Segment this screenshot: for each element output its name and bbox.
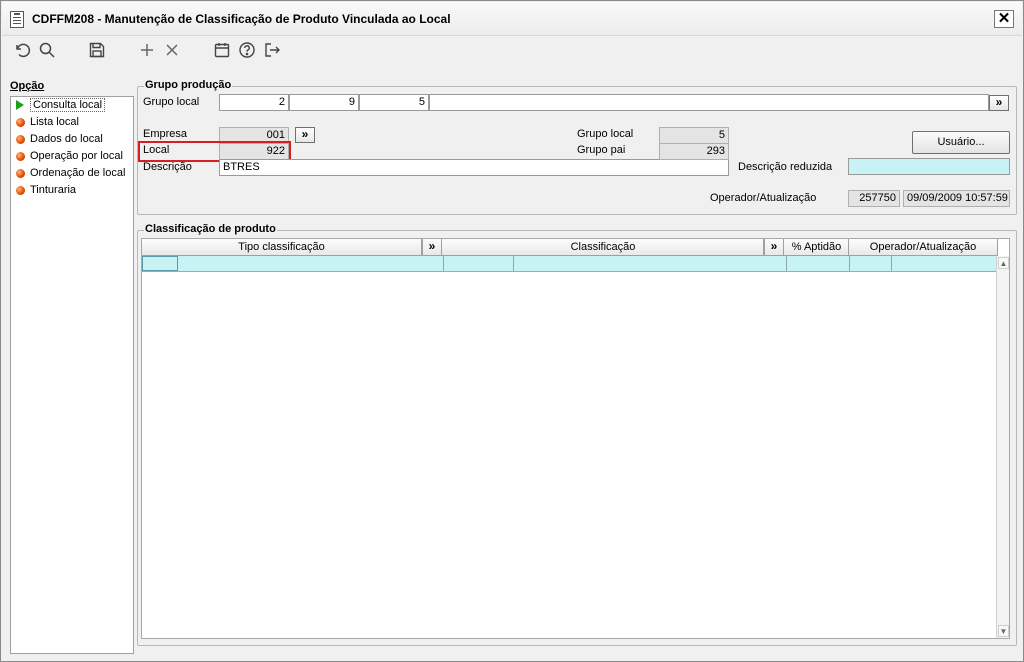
play-arrow-icon bbox=[16, 100, 24, 110]
col-classificacao[interactable]: Classificação bbox=[443, 239, 764, 255]
bullet-icon bbox=[16, 135, 25, 144]
empresa-label: Empresa bbox=[143, 128, 188, 140]
vertical-scrollbar[interactable]: ▲ ▼ bbox=[996, 256, 1009, 638]
col-aptidao[interactable]: % Aptidão bbox=[785, 239, 849, 255]
option-lista-local[interactable]: Lista local bbox=[11, 114, 133, 131]
right-grupo-local-field[interactable]: 5 bbox=[659, 127, 729, 144]
grupo-local-field-1[interactable]: 2 bbox=[219, 94, 289, 111]
exit-icon[interactable] bbox=[261, 39, 283, 61]
grid-cell[interactable] bbox=[142, 256, 178, 271]
grupo-pai-field[interactable]: 293 bbox=[659, 143, 729, 160]
search-icon[interactable] bbox=[36, 39, 58, 61]
bullet-icon bbox=[16, 169, 25, 178]
group-legend: Classificação de produto bbox=[144, 223, 277, 235]
scroll-up-icon[interactable]: ▲ bbox=[998, 257, 1009, 269]
bullet-icon bbox=[16, 152, 25, 161]
calendar-icon[interactable] bbox=[211, 39, 233, 61]
atualizacao-field[interactable]: 09/09/2009 10:57:59 bbox=[903, 190, 1010, 207]
main-window: CDFFM208 - Manutenção de Classificação d… bbox=[0, 0, 1024, 662]
descricao-label: Descrição bbox=[143, 161, 192, 173]
toolbar bbox=[2, 37, 1022, 63]
option-operacao-por-local[interactable]: Operação por local bbox=[11, 148, 133, 165]
grid-cell[interactable] bbox=[787, 256, 850, 271]
delete-icon[interactable] bbox=[161, 39, 183, 61]
option-label: Consulta local bbox=[30, 98, 106, 112]
grupo-local-expand-button[interactable]: » bbox=[989, 95, 1009, 111]
bullet-icon bbox=[16, 186, 25, 195]
option-dados-do-local[interactable]: Dados do local bbox=[11, 131, 133, 148]
option-label: Lista local bbox=[30, 116, 79, 128]
operador-atualizacao-label: Operador/Atualização bbox=[710, 192, 817, 204]
group-legend: Grupo produção bbox=[144, 79, 233, 91]
grid-cell[interactable] bbox=[850, 256, 892, 271]
right-grupo-local-label: Grupo local bbox=[577, 128, 634, 140]
option-consulta-local[interactable]: Consulta local bbox=[11, 97, 133, 114]
tipo-expand-button[interactable]: » bbox=[422, 239, 442, 255]
grid-cell[interactable] bbox=[892, 256, 998, 271]
window-title: CDFFM208 - Manutenção de Classificação d… bbox=[32, 12, 451, 26]
local-field[interactable]: 922 bbox=[219, 143, 289, 160]
add-icon[interactable] bbox=[136, 39, 158, 61]
descricao-field[interactable]: BTRES bbox=[219, 159, 729, 176]
empresa-expand-button[interactable]: » bbox=[295, 127, 315, 143]
options-panel: Opção Consulta local Lista local Dados d… bbox=[6, 78, 134, 654]
classificacao-grid: Tipo classificação » Classificação » % A… bbox=[141, 238, 1010, 639]
grid-header: Tipo classificação » Classificação » % A… bbox=[142, 239, 998, 256]
undo-icon[interactable] bbox=[11, 39, 33, 61]
grupo-local-description bbox=[429, 94, 989, 111]
descricao-reduzida-field[interactable] bbox=[848, 158, 1010, 175]
grid-cell[interactable] bbox=[178, 256, 444, 271]
col-tipo-classificacao[interactable]: Tipo classificação bbox=[142, 239, 422, 255]
usuario-button[interactable]: Usuário... bbox=[912, 131, 1010, 154]
grupo-pai-label: Grupo pai bbox=[577, 144, 626, 156]
grupo-local-field-2[interactable]: 9 bbox=[289, 94, 359, 111]
option-label: Operação por local bbox=[30, 150, 123, 162]
grupo-local-label: Grupo local bbox=[143, 96, 200, 108]
operador-field[interactable]: 257750 bbox=[848, 190, 900, 207]
option-ordenacao-de-local[interactable]: Ordenação de local bbox=[11, 165, 133, 182]
bullet-icon bbox=[16, 118, 25, 127]
table-row[interactable] bbox=[142, 256, 998, 272]
close-button[interactable]: ✕ bbox=[994, 10, 1014, 28]
scroll-down-icon[interactable]: ▼ bbox=[998, 625, 1009, 637]
grid-cell[interactable] bbox=[444, 256, 514, 271]
grupo-local-field-3[interactable]: 5 bbox=[359, 94, 429, 111]
document-icon bbox=[10, 11, 24, 28]
options-label: Opção bbox=[10, 80, 45, 92]
option-label: Tinturaria bbox=[30, 184, 77, 196]
option-label: Dados do local bbox=[30, 133, 103, 145]
empresa-field[interactable]: 001 bbox=[219, 127, 289, 144]
classificacao-expand-button[interactable]: » bbox=[764, 239, 784, 255]
help-icon[interactable] bbox=[236, 39, 258, 61]
local-label: Local bbox=[143, 144, 170, 156]
descricao-reduzida-label: Descrição reduzida bbox=[738, 161, 833, 173]
grid-cell[interactable] bbox=[514, 256, 787, 271]
col-operador-atualizacao[interactable]: Operador/Atualização bbox=[849, 239, 998, 255]
options-list: Consulta local Lista local Dados do loca… bbox=[10, 96, 134, 654]
title-bar: CDFFM208 - Manutenção de Classificação d… bbox=[2, 2, 1022, 36]
save-icon[interactable] bbox=[86, 39, 108, 61]
option-label: Ordenação de local bbox=[30, 167, 126, 179]
option-tinturaria[interactable]: Tinturaria bbox=[11, 182, 133, 199]
